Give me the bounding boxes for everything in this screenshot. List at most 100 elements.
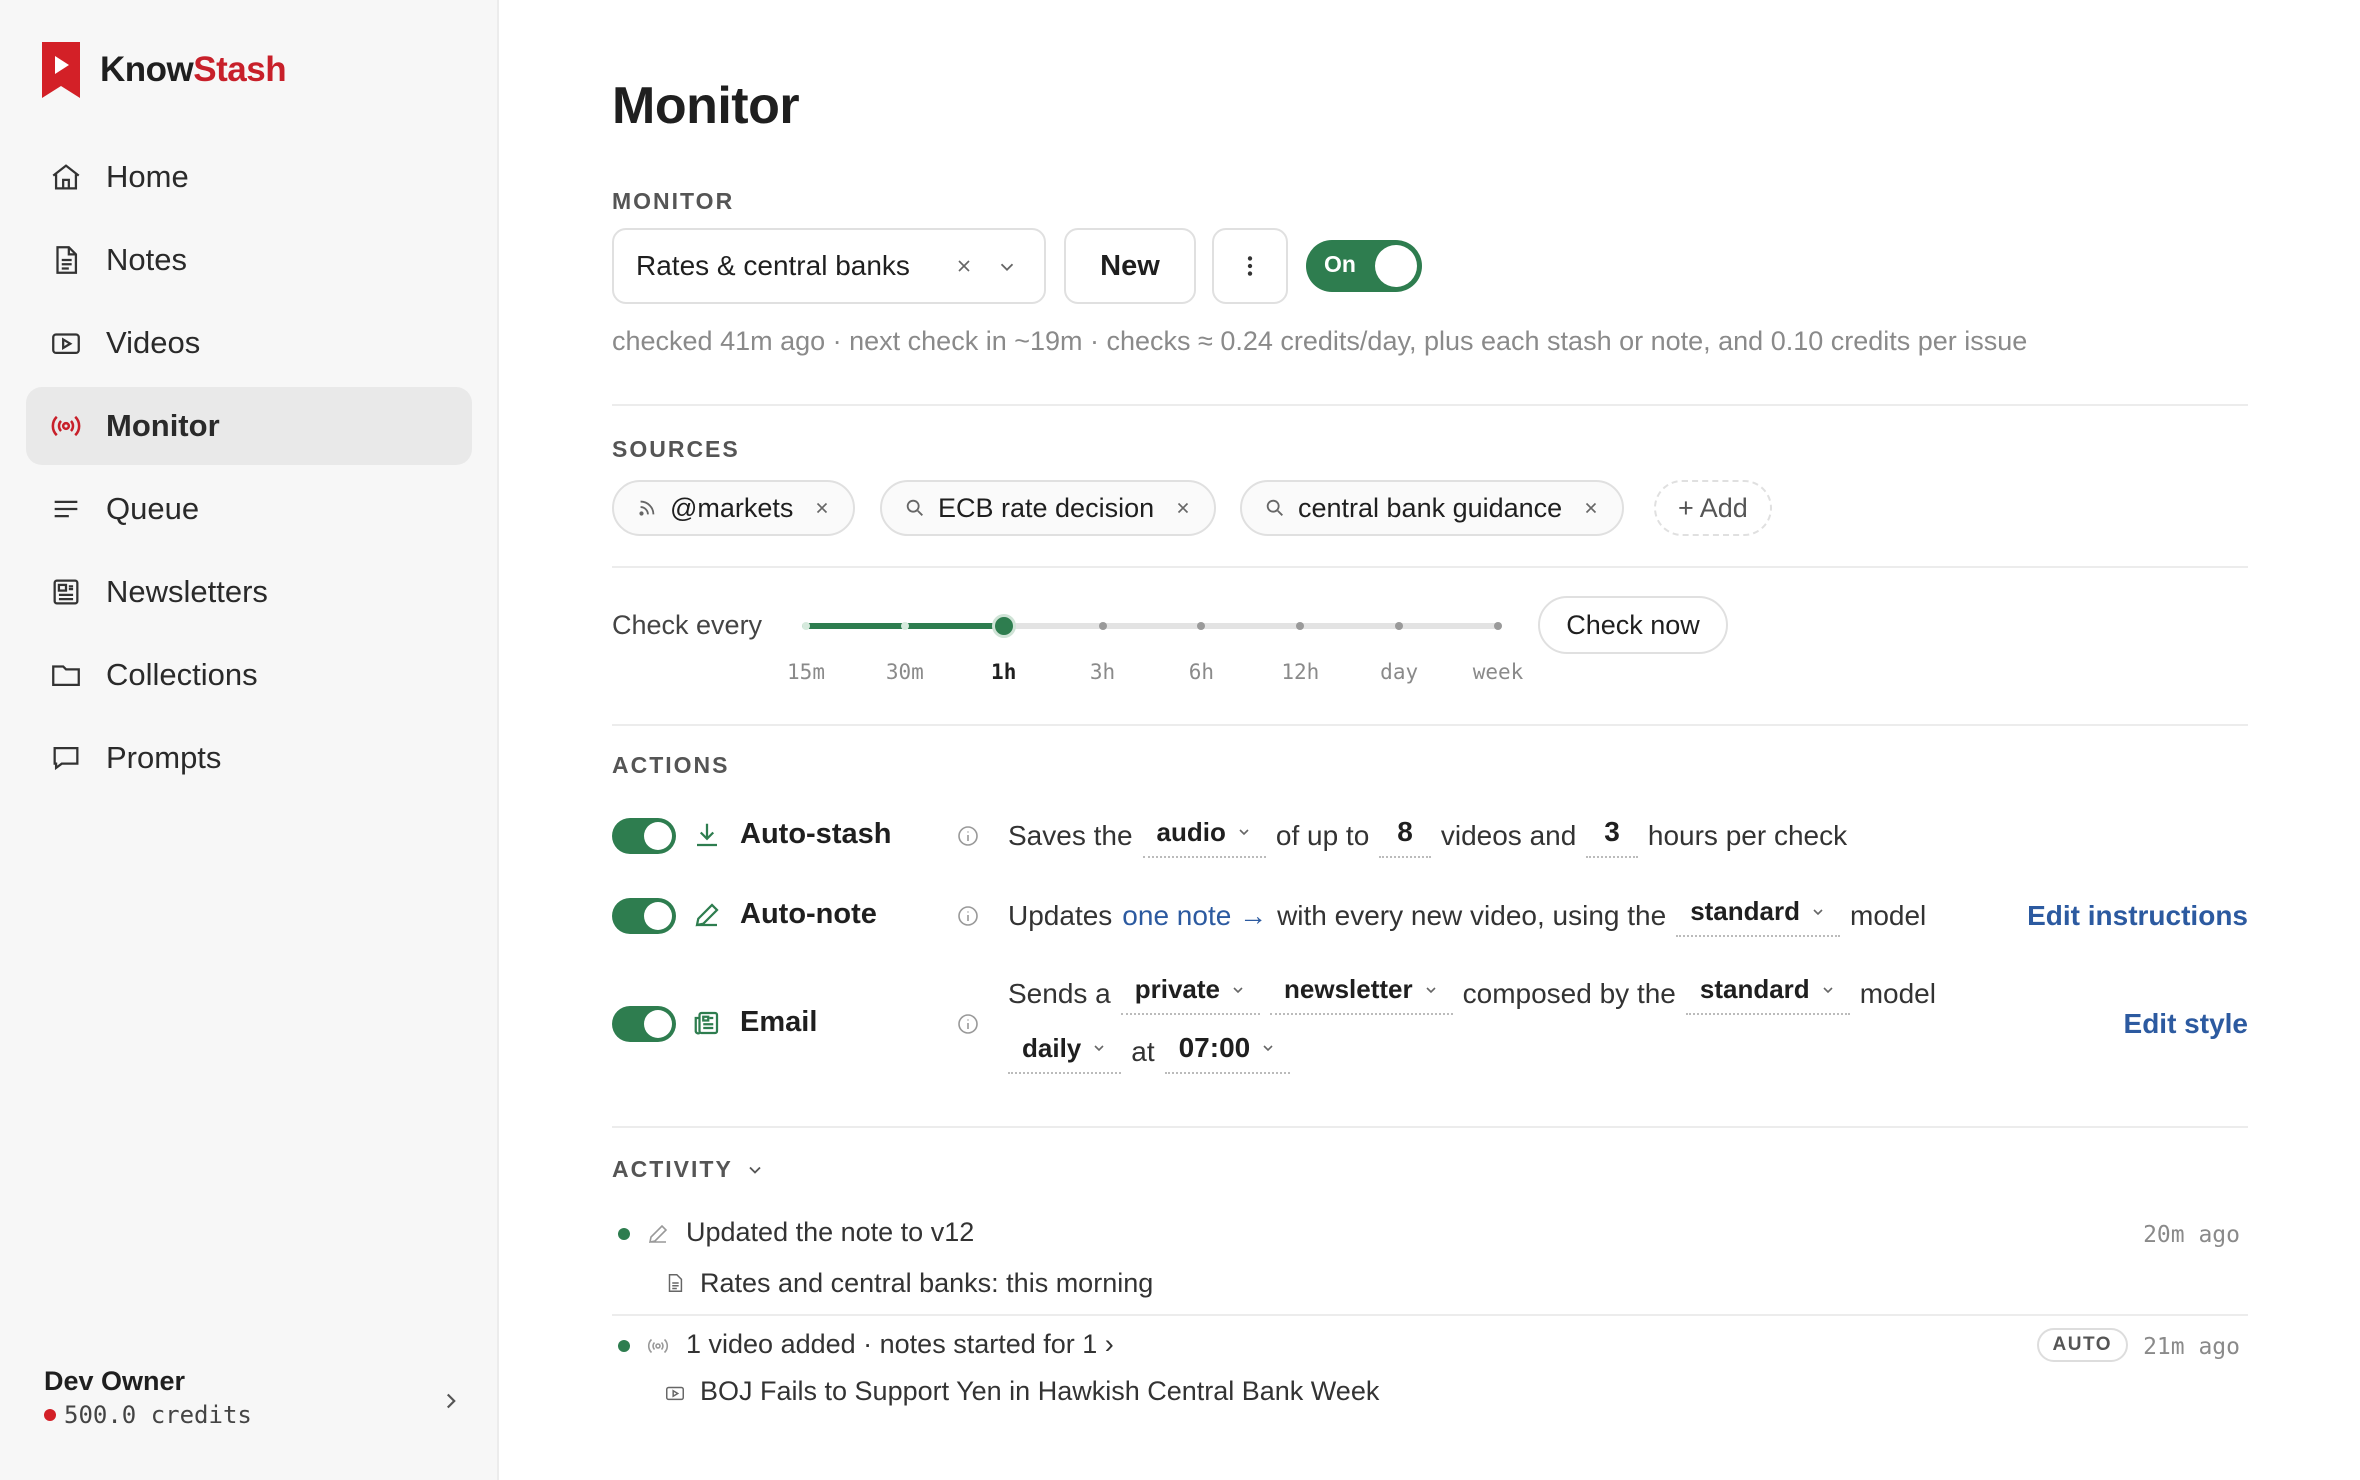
email-kind-select[interactable]: newsletter (1270, 972, 1453, 1015)
list-icon (48, 491, 84, 527)
rss-icon (639, 500, 655, 516)
info-icon[interactable] (956, 824, 980, 848)
auto-badge: AUTO (2036, 1328, 2128, 1362)
sidebar-item-label: Notes (106, 242, 187, 277)
one-note-link[interactable]: one note → (1122, 900, 1267, 932)
check-interval-slider[interactable] (792, 612, 1512, 640)
slider-thumb[interactable] (991, 614, 1016, 638)
document-icon (668, 1274, 683, 1292)
account-menu[interactable]: Dev Owner 500.0 credits (44, 1366, 464, 1429)
sidebar-item-monitor[interactable]: Monitor (26, 387, 472, 465)
source-chip-markets[interactable]: @markets (612, 480, 856, 536)
sidebar-item-videos[interactable]: Videos (26, 304, 472, 382)
monitor-toggle[interactable]: On (1306, 240, 1422, 292)
monitor-select[interactable]: Rates & central banks (612, 228, 1046, 304)
slider-tick[interactable] (1098, 622, 1107, 630)
auto-note-sentence: Updates one note → with every new video,… (1008, 894, 1936, 937)
video-count-input[interactable]: 8 (1379, 814, 1431, 858)
pencil-icon (648, 1224, 668, 1244)
document-icon (48, 242, 84, 278)
auto-stash-toggle[interactable] (612, 818, 676, 854)
activity-text: Updated the note to v12 (686, 1217, 975, 1247)
new-monitor-button[interactable]: New (1064, 228, 1196, 304)
page-title: Monitor (612, 77, 800, 135)
visibility-select[interactable]: private (1120, 972, 1261, 1015)
edit-style-link[interactable]: Edit style (2124, 1008, 2248, 1040)
activity-text[interactable]: 1 video added · notes started for 1 › (686, 1329, 1114, 1360)
check-every-label: Check every (612, 610, 763, 640)
sidebar-item-label: Prompts (106, 740, 222, 775)
slider-tick-label[interactable]: 1h (991, 660, 1016, 684)
sidebar-item-label: Queue (106, 491, 200, 526)
frequency-select[interactable]: daily (1008, 1031, 1122, 1074)
slider-tick[interactable] (900, 622, 909, 630)
slider-tick-label[interactable]: 12h (1281, 660, 1319, 684)
auto-stash-sentence: Saves the audio of up to 8 videos and 3 … (1008, 814, 1857, 858)
slider-tick-label[interactable]: 15m (787, 660, 825, 684)
video-icon (666, 1386, 684, 1401)
home-icon (48, 159, 84, 195)
sidebar-item-collections[interactable]: Collections (26, 636, 472, 714)
edit-instructions-link[interactable]: Edit instructions (2027, 900, 2248, 932)
email-toggle[interactable] (612, 1006, 676, 1042)
sidebar-item-label: Home (106, 159, 189, 194)
sidebar-item-notes[interactable]: Notes (26, 221, 472, 299)
auto-note-toggle[interactable] (612, 898, 676, 934)
monitor-select-value: Rates & central banks (636, 250, 910, 281)
slider-tick[interactable] (802, 622, 810, 630)
remove-icon[interactable] (1174, 499, 1192, 517)
activity-linked-note[interactable]: Rates and central banks: this morning (700, 1268, 1153, 1299)
activity-time: 20m ago (2143, 1222, 2240, 1248)
slider-tick-label[interactable]: 3h (1090, 660, 1115, 684)
sidebar-item-newsletters[interactable]: Newsletters (26, 553, 472, 631)
media-type-select[interactable]: audio (1142, 815, 1266, 858)
sidebar-item-queue[interactable]: Queue (26, 470, 472, 548)
info-icon[interactable] (956, 1012, 980, 1036)
pencil-icon (695, 903, 719, 927)
hours-input[interactable]: 3 (1586, 814, 1638, 858)
email-sentence-line1: Sends a private newsletter composed by t… (1008, 972, 1946, 1015)
slider-tick-label[interactable]: 30m (886, 660, 924, 684)
slider-tick-label[interactable]: 6h (1189, 660, 1214, 684)
email-model-select[interactable]: standard (1685, 972, 1850, 1015)
sidebar-item-prompts[interactable]: Prompts (26, 719, 472, 797)
remove-icon[interactable] (813, 499, 831, 517)
divider (612, 1314, 2248, 1316)
note-model-select[interactable]: standard (1676, 894, 1840, 937)
account-name: Dev Owner (44, 1366, 186, 1396)
monitor-section-label: MONITOR (612, 188, 735, 214)
time-select[interactable]: 07:00 (1164, 1030, 1291, 1074)
sidebar-item-label: Videos (106, 325, 201, 360)
slider-tick-label[interactable]: week (1473, 660, 1524, 684)
sources-section-label: SOURCES (612, 436, 740, 462)
chat-icon (48, 740, 84, 776)
sidebar-item-home[interactable]: Home (26, 138, 472, 216)
chevron-down-icon (749, 1166, 761, 1174)
sidebar-nav: Home Notes Videos Monitor Queue Newslett… (26, 138, 472, 802)
newspaper-icon (48, 574, 84, 610)
brand-logo[interactable]: KnowStash (40, 40, 287, 100)
info-icon[interactable] (956, 904, 980, 928)
more-options-button[interactable] (1212, 228, 1288, 304)
activity-header[interactable]: ACTIVITY (612, 1156, 765, 1183)
source-chip-ecb[interactable]: ECB rate decision (880, 480, 1217, 536)
status-line: checked 41m ago · next check in ~19m · c… (612, 326, 2028, 356)
chevron-down-icon (1426, 986, 1436, 993)
brand-name: KnowStash (100, 50, 287, 89)
chevron-down-icon (1000, 263, 1014, 272)
remove-icon[interactable] (1582, 499, 1600, 517)
slider-tick[interactable] (1494, 622, 1502, 630)
auto-note-name: Auto-note (740, 898, 877, 930)
chevron-down-icon (1823, 986, 1833, 993)
activity-linked-video[interactable]: BOJ Fails to Support Yen in Hawkish Cent… (700, 1376, 1379, 1407)
clear-icon[interactable] (954, 256, 974, 276)
divider (612, 404, 2248, 406)
source-chip-guidance[interactable]: central bank guidance (1240, 480, 1625, 536)
check-now-button[interactable]: Check now (1538, 596, 1728, 654)
sidebar-item-label: Monitor (106, 408, 220, 443)
status-dot (44, 1409, 56, 1421)
chevron-down-icon (1233, 986, 1243, 993)
add-source-button[interactable]: + Add (1654, 480, 1772, 536)
divider (612, 1126, 2248, 1128)
slider-tick-label[interactable]: day (1380, 660, 1418, 684)
